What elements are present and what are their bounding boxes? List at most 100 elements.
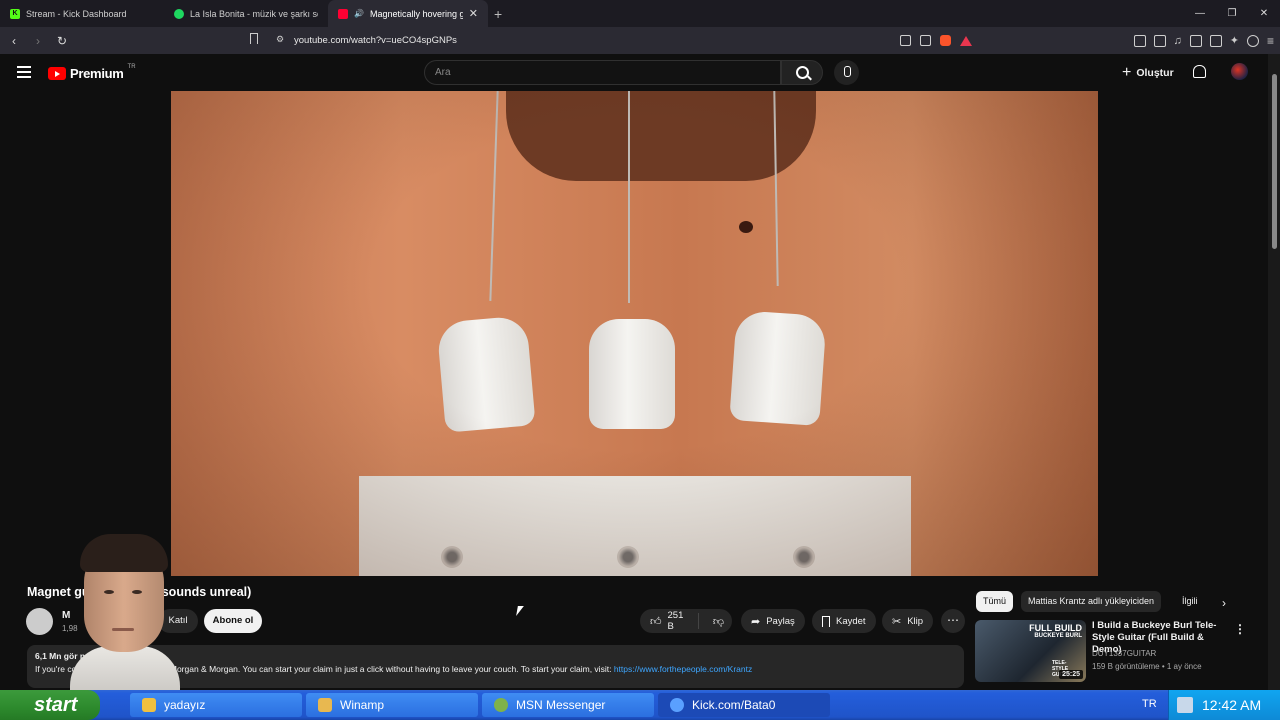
video-vignette bbox=[171, 91, 1098, 576]
brave-rewards-icon[interactable] bbox=[960, 35, 972, 46]
save-label: Kaydet bbox=[836, 615, 866, 627]
subscribe-button[interactable]: Abone ol bbox=[204, 609, 262, 633]
language-indicator[interactable]: TR bbox=[1142, 698, 1157, 710]
share-label: Paylaş bbox=[766, 615, 795, 627]
address-bar-actions bbox=[900, 27, 972, 54]
forward-icon[interactable]: › bbox=[28, 34, 48, 48]
chevron-right-icon[interactable]: › bbox=[1222, 596, 1226, 610]
logo-region: TR bbox=[127, 63, 136, 70]
extensions-icon[interactable] bbox=[1133, 34, 1146, 47]
site-info-icon[interactable]: ⚙ bbox=[276, 34, 284, 45]
mouse-cursor-icon bbox=[516, 606, 524, 616]
thumbs-down-icon: 👎︎ bbox=[712, 615, 724, 628]
voice-search-icon[interactable] bbox=[834, 60, 859, 85]
folder-icon bbox=[142, 698, 156, 712]
minimize-icon[interactable]: — bbox=[1184, 0, 1216, 27]
window-controls: — ❐ ✕ bbox=[1184, 0, 1280, 27]
like-dislike-group: 👍︎ 251 B 👎︎ bbox=[640, 609, 732, 633]
music-icon[interactable]: ♫ bbox=[1174, 35, 1182, 47]
clip-label: Klip bbox=[907, 615, 924, 627]
taskbar-item-winamp[interactable]: Winamp bbox=[306, 693, 478, 717]
close-window-icon[interactable]: ✕ bbox=[1248, 0, 1280, 27]
browser-toolbar: ‹ › ↻ ⚙ youtube.com/watch?v=ueCO4spGNPs … bbox=[0, 27, 1280, 54]
youtube-header: Premium TR Ara + Oluştur bbox=[0, 54, 1268, 91]
thumbnail-text-2: BUCKEYE BURL bbox=[1034, 633, 1082, 639]
share-button[interactable]: ➦ Paylaş bbox=[741, 609, 805, 633]
taskbar-item-folder[interactable]: yadayız bbox=[130, 693, 302, 717]
close-tab-icon[interactable]: ✕ bbox=[469, 7, 478, 20]
tab-youtube-video[interactable]: 🔊 Magnetically hovering guitar ✕ bbox=[328, 0, 488, 27]
description-link[interactable]: https://www.forthepeople.com/Krantz bbox=[614, 664, 752, 674]
share-arrow-icon: ➦ bbox=[751, 615, 761, 628]
taskbar: start yadayız Winamp MSN Messenger Kick.… bbox=[0, 690, 1280, 720]
taskbar-label: Kick.com/Bata0 bbox=[692, 698, 776, 712]
menu-icon[interactable]: ≡ bbox=[1267, 34, 1274, 48]
webcam-mouth bbox=[112, 628, 134, 631]
cast-icon[interactable] bbox=[900, 35, 911, 46]
webcam-overlay bbox=[70, 528, 180, 716]
recommended-channel[interactable]: DUY1337GUITAR bbox=[1092, 649, 1156, 658]
browser-icon bbox=[670, 698, 684, 712]
recommended-meta: 159 B görüntüleme • 1 ay önce bbox=[1092, 662, 1202, 671]
tab-title: Stream - Kick Dashboard bbox=[26, 8, 127, 19]
dislike-button[interactable]: 👎︎ bbox=[705, 615, 732, 628]
video-player[interactable] bbox=[171, 91, 1098, 576]
back-icon[interactable]: ‹ bbox=[4, 34, 24, 48]
page-scrollbar[interactable] bbox=[1268, 54, 1280, 690]
vpn-icon[interactable] bbox=[1246, 34, 1259, 47]
tab-title: Magnetically hovering guitar bbox=[369, 8, 463, 19]
like-button[interactable]: 👍︎ 251 B bbox=[640, 610, 699, 632]
address-bar[interactable]: ⚙ youtube.com/watch?v=ueCO4spGNPs bbox=[250, 29, 988, 52]
recommended-menu-icon[interactable]: ⋮ bbox=[1234, 622, 1246, 636]
taskbar-item-msn[interactable]: MSN Messenger bbox=[482, 693, 654, 717]
taskbar-label: Winamp bbox=[340, 698, 385, 712]
save-bookmark-icon bbox=[822, 615, 830, 627]
winamp-icon bbox=[318, 698, 332, 712]
kick-icon: K bbox=[10, 8, 20, 19]
search-input[interactable]: Ara bbox=[424, 60, 781, 85]
youtube-play-icon bbox=[48, 67, 66, 80]
new-tab-icon[interactable]: + bbox=[488, 6, 508, 22]
youtube-icon bbox=[338, 8, 348, 19]
channel-avatar[interactable] bbox=[26, 608, 53, 635]
chip-related[interactable]: İlgili bbox=[1175, 591, 1205, 612]
recommended-thumbnail[interactable]: FULL BUILD BUCKEYE BURL TELE-STYLE GUITA… bbox=[975, 620, 1086, 682]
tab-search-icon[interactable] bbox=[1153, 34, 1166, 47]
logo-word: Premium bbox=[70, 66, 124, 81]
tab-kick-dashboard[interactable]: K Stream - Kick Dashboard bbox=[0, 0, 164, 27]
taskbar-item-browser[interactable]: Kick.com/Bata0 bbox=[658, 693, 830, 717]
account-avatar[interactable] bbox=[1231, 63, 1248, 80]
sidebar-icon[interactable] bbox=[1189, 34, 1202, 47]
brave-shield-icon[interactable] bbox=[940, 35, 951, 46]
youtube-premium-logo[interactable]: Premium TR bbox=[48, 63, 136, 81]
thumbs-up-icon: 👍︎ bbox=[650, 615, 662, 628]
reload-icon[interactable]: ↻ bbox=[52, 34, 72, 48]
start-button[interactable]: start bbox=[0, 690, 100, 720]
chip-from-uploader[interactable]: Mattias Krantz adlı yükleyiciden bbox=[1021, 591, 1162, 612]
create-label: Oluştur bbox=[1136, 67, 1174, 79]
clip-button[interactable]: ✂ Klip bbox=[882, 609, 934, 633]
speaker-icon[interactable]: 🔊 bbox=[354, 9, 364, 18]
share-icon[interactable] bbox=[920, 35, 931, 46]
taskbar-label: yadayız bbox=[164, 698, 206, 712]
save-button[interactable]: Kaydet bbox=[812, 609, 876, 633]
hamburger-menu-icon[interactable] bbox=[17, 66, 31, 81]
scrollbar-thumb[interactable] bbox=[1272, 74, 1277, 249]
leo-ai-icon[interactable]: ✦ bbox=[1230, 34, 1239, 47]
wallet-icon[interactable] bbox=[1209, 34, 1222, 47]
browser-extensions: ♫ ✦ ≡ bbox=[1133, 27, 1274, 54]
spotify-icon bbox=[174, 8, 184, 19]
chip-all[interactable]: Tümü bbox=[976, 591, 1014, 612]
tab-la-isla-bonita[interactable]: La Isla Bonita - müzik ve şarkı sözleri bbox=[164, 0, 328, 27]
more-actions-icon[interactable]: ⋯ bbox=[941, 609, 965, 633]
create-button[interactable]: + Oluştur bbox=[1122, 64, 1174, 82]
restore-icon[interactable]: ❐ bbox=[1216, 0, 1248, 27]
notifications-bell-icon[interactable] bbox=[1193, 65, 1206, 78]
url-text: youtube.com/watch?v=ueCO4spGNPs bbox=[294, 35, 457, 46]
bookmark-icon[interactable] bbox=[250, 33, 258, 44]
search-button[interactable] bbox=[781, 60, 823, 85]
video-duration: 25:25 bbox=[1059, 670, 1083, 679]
clock[interactable]: 12:42 AM bbox=[1202, 697, 1261, 713]
msn-messenger-icon bbox=[494, 698, 508, 712]
network-icon[interactable] bbox=[1177, 697, 1193, 713]
